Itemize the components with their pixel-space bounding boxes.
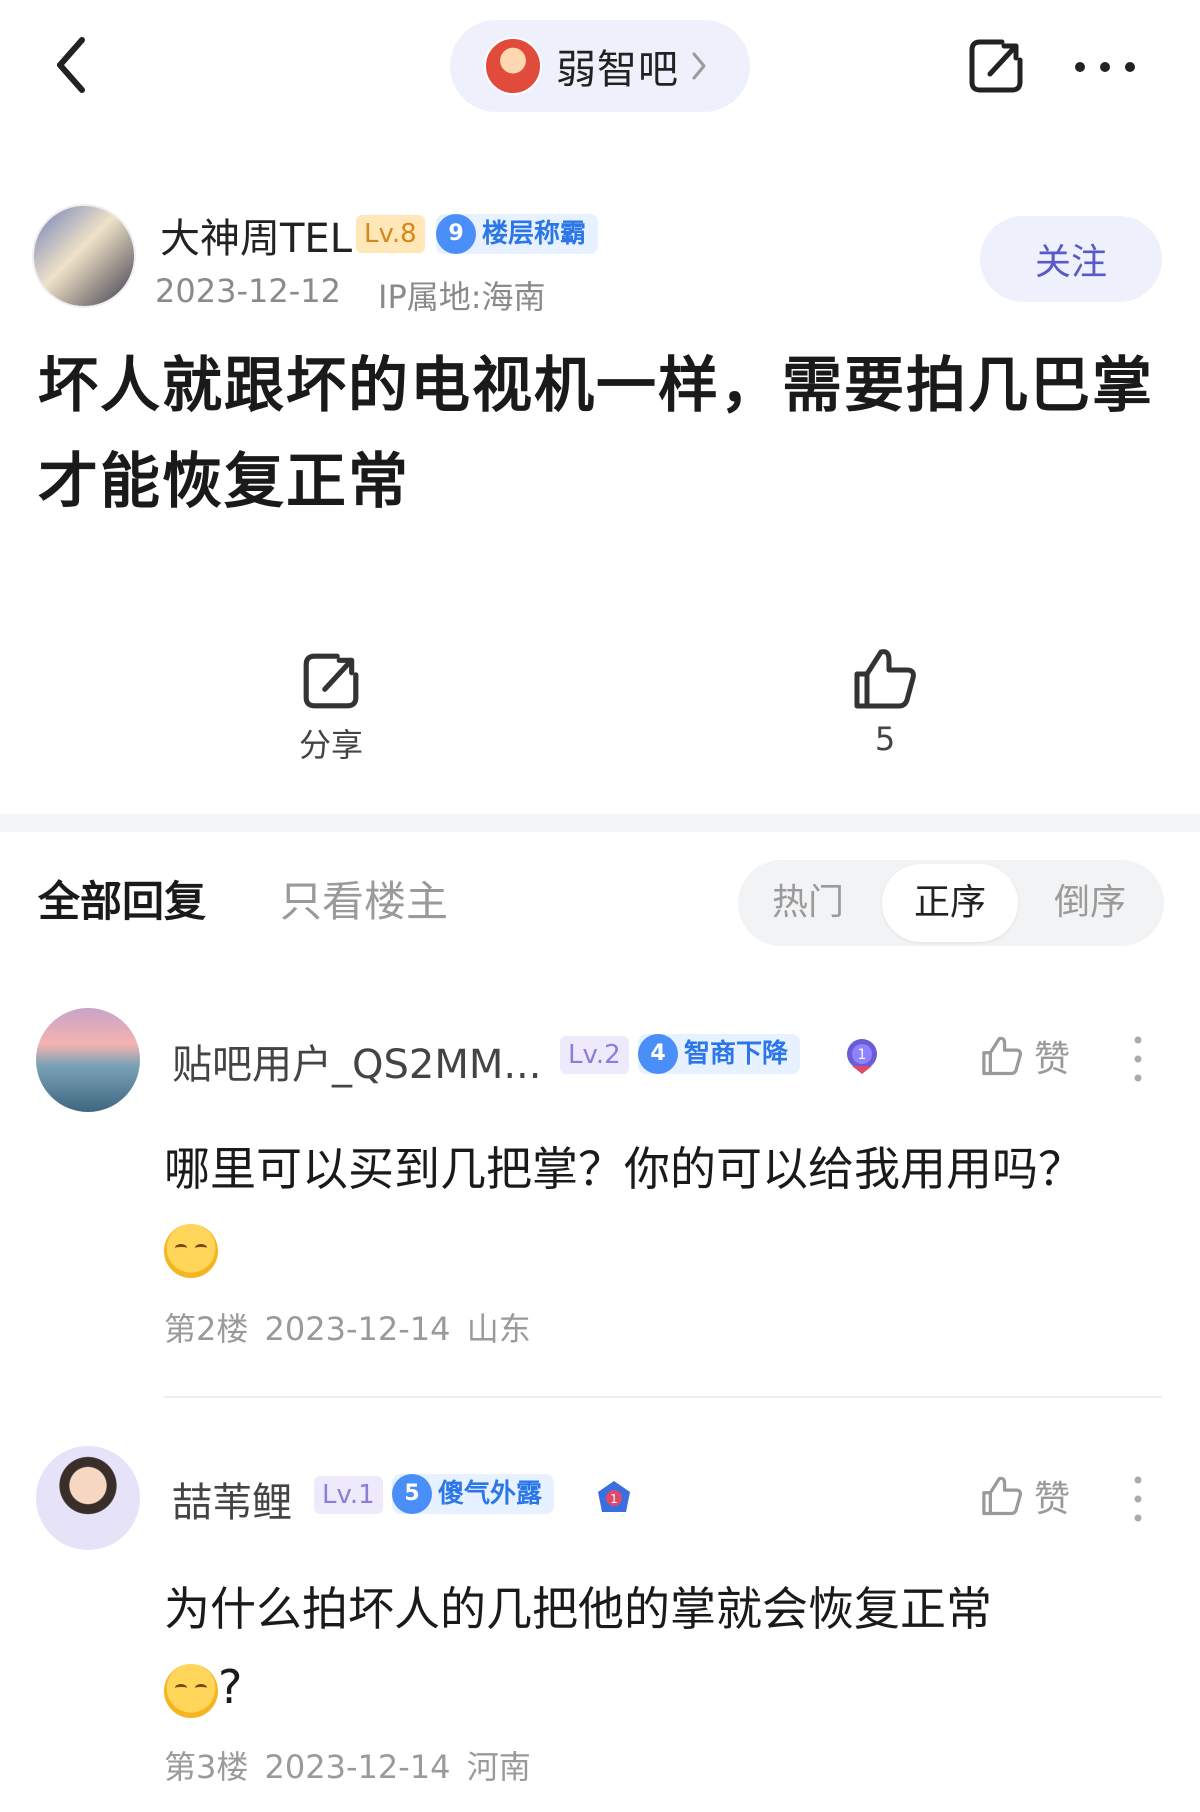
author-level-badge: Lv.8 xyxy=(356,215,425,253)
back-button[interactable] xyxy=(48,30,98,100)
post-ip-location: IP属地:海南 xyxy=(378,278,546,316)
forum-pill[interactable]: 弱智吧 xyxy=(450,20,750,112)
post-title: 坏人就跟坏的电视机一样，需要拍几巴掌才能恢复正常 xyxy=(38,351,1154,517)
share-icon xyxy=(303,653,359,709)
reply-title-badge: 4 智商下降 xyxy=(638,1034,801,1074)
reply-title-badge: 5 傻气外露 xyxy=(392,1474,555,1514)
thumbs-up-icon xyxy=(982,1476,1022,1516)
author-title-badge: 9 楼层称霸 xyxy=(436,214,599,254)
reply-like-button[interactable]: 赞 xyxy=(980,1470,1070,1522)
yum-face-emoji xyxy=(164,1663,218,1718)
follow-button[interactable]: 关注 xyxy=(980,216,1162,302)
share-action[interactable]: 分享 xyxy=(276,650,386,766)
reply-avatar[interactable] xyxy=(36,1446,140,1550)
author-avatar[interactable] xyxy=(32,204,136,308)
forum-name: 弱智吧 xyxy=(556,47,679,93)
title-text: 智商下降 xyxy=(684,1039,789,1069)
reply-text: 哪里可以买到几把掌？你的可以给我用用吗？ xyxy=(164,1130,1144,1286)
smiling-face-emoji xyxy=(164,1223,218,1278)
post-date: 2023-12-12 xyxy=(155,272,341,310)
title-text: 傻气外露 xyxy=(438,1479,543,1509)
share-icon xyxy=(969,39,1023,93)
reply-avatar[interactable] xyxy=(36,1008,140,1112)
reply-location: 河南 xyxy=(466,1748,531,1786)
kebab-menu-icon[interactable] xyxy=(1128,1034,1148,1084)
reply-text-content: 哪里可以买到几把掌？你的可以给我用用吗？ xyxy=(164,1142,1084,1196)
thumbs-up-icon xyxy=(982,1036,1022,1076)
reply-like-button[interactable]: 赞 xyxy=(980,1030,1070,1082)
tab-op-only[interactable]: 只看楼主 xyxy=(280,868,448,929)
sort-ascending[interactable]: 正序 xyxy=(882,864,1018,942)
kebab-menu-icon[interactable] xyxy=(1128,1474,1148,1524)
svg-text:1: 1 xyxy=(858,1047,867,1063)
share-label: 分享 xyxy=(298,726,363,764)
reply-author-name[interactable]: 喆苇鲤 xyxy=(172,1470,292,1528)
reply-meta: 第2楼 2023-12-14 山东 xyxy=(164,1304,531,1350)
tab-all-replies[interactable]: 全部回复 xyxy=(38,868,206,929)
reply-level-badge: Lv.1 xyxy=(314,1476,383,1514)
reply-level-badge: Lv.2 xyxy=(560,1036,629,1074)
title-level-number: 4 xyxy=(638,1034,678,1074)
sort-toggle: 热门 正序 倒序 xyxy=(738,860,1164,946)
author-name[interactable]: 大神周TEL xyxy=(160,206,352,264)
title-text: 楼层称霸 xyxy=(482,219,587,249)
title-level-number: 9 xyxy=(436,214,476,254)
reply-divider xyxy=(164,1396,1162,1398)
sort-hot[interactable]: 热门 xyxy=(738,860,878,946)
like-label: 赞 xyxy=(1034,1039,1071,1080)
section-divider xyxy=(0,814,1200,832)
thumbs-up-icon xyxy=(854,649,916,709)
sort-descending[interactable]: 倒序 xyxy=(1020,860,1160,946)
svg-text:1: 1 xyxy=(610,1492,618,1506)
forum-avatar xyxy=(484,37,542,95)
reply-date: 2023-12-14 xyxy=(264,1310,451,1348)
reply-location: 山东 xyxy=(466,1310,531,1348)
more-button[interactable] xyxy=(1070,52,1140,82)
reply-author-name[interactable]: 贴吧用户_QS2MM... xyxy=(172,1032,542,1090)
reply-meta: 第3楼 2023-12-14 河南 xyxy=(164,1742,531,1788)
like-count: 5 xyxy=(874,720,896,758)
floor-number: 第3楼 xyxy=(164,1748,249,1786)
back-icon xyxy=(57,37,85,93)
floor-number: 第2楼 xyxy=(164,1310,249,1348)
title-level-number: 5 xyxy=(392,1474,432,1514)
chevron-right-icon xyxy=(692,52,706,80)
share-button-top[interactable] xyxy=(966,36,1026,96)
reply-text-suffix: ? xyxy=(218,1660,243,1714)
honor-badge-icon: 1 xyxy=(847,1039,877,1074)
reply-text-content: 为什么拍坏人的几把他的掌就会恢复正常 xyxy=(164,1582,992,1636)
reply-date: 2023-12-14 xyxy=(264,1748,451,1786)
reply-text: 为什么拍坏人的几把他的掌就会恢复正常 ? xyxy=(164,1570,1144,1726)
more-icon xyxy=(1075,62,1135,72)
like-label: 赞 xyxy=(1034,1479,1071,1520)
like-action[interactable]: 5 xyxy=(830,646,940,758)
honor-badge-icon: 1 xyxy=(598,1481,630,1512)
